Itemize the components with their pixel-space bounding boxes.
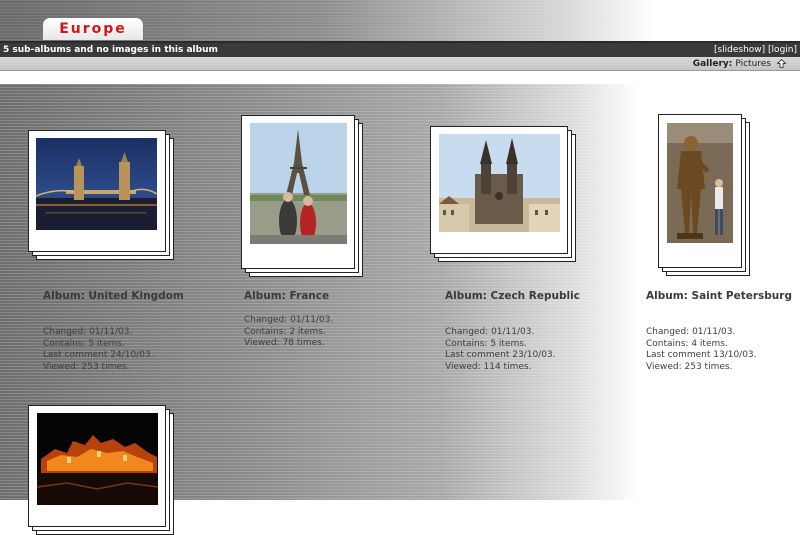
album-contains: Contains: 4 items. (646, 338, 728, 349)
header-links: [slideshow] [login] (714, 45, 797, 55)
album-last-comment: Last comment 13/10/03. (646, 350, 757, 360)
album-summary: 5 sub-albums and no images in this album (3, 45, 218, 55)
album-title-france[interactable]: Album: France (244, 290, 394, 303)
header-spacer (0, 72, 800, 84)
album-info-france: Changed: 01/11/03. Contains: 2 items. Vi… (244, 315, 414, 350)
album-info-saint-petersburg: Changed: 01/11/03. Contains: 4 items. La… (646, 327, 800, 373)
album-changed: Changed: 01/11/03. (43, 327, 133, 337)
album-changed: Changed: 01/11/03. (646, 327, 736, 337)
album-contains: Contains: 5 items. (43, 338, 125, 349)
breadcrumb-label: Gallery: (692, 58, 733, 69)
album-title-united-kingdom[interactable]: Album: United Kingdom (43, 290, 193, 303)
login-link[interactable]: [login] (768, 45, 797, 55)
up-arrow-icon[interactable] (777, 59, 786, 68)
album-viewed: Viewed: 253 times. (43, 361, 130, 372)
album-viewed: Viewed: 114 times. (445, 361, 532, 372)
album-thumbnail-frame (28, 405, 166, 527)
album-contains: Contains: 5 items. (445, 338, 527, 349)
info-bar: 5 sub-albums and no images in this album… (0, 43, 800, 57)
album-thumbnail-france[interactable] (250, 123, 347, 244)
album-thumbnail-united-kingdom[interactable] (36, 138, 157, 230)
album-contains: Contains: 2 items. (244, 326, 326, 337)
breadcrumb: Gallery: Pictures (0, 57, 800, 71)
album-thumbnail-frame (658, 114, 742, 268)
album-thumbnail-night-castle[interactable] (37, 413, 158, 505)
album-info-czech-republic: Changed: 01/11/03. Contains: 5 items. La… (445, 327, 615, 373)
album-thumbnail-czech-republic[interactable] (439, 134, 560, 232)
page-title: Europe (59, 21, 127, 37)
album-thumbnail-frame (430, 126, 568, 254)
album-viewed: Viewed: 253 times. (646, 361, 733, 372)
album-viewed: Viewed: 78 times. (244, 338, 325, 348)
album-title-tab: Europe (42, 17, 144, 40)
album-thumbnail-frame (28, 130, 166, 252)
album-grid: Album: United Kingdom Changed: 01/11/03.… (0, 84, 800, 535)
album-title-saint-petersburg[interactable]: Album: Saint Petersburg (646, 290, 796, 303)
album-changed: Changed: 01/11/03. (244, 315, 334, 325)
album-changed: Changed: 01/11/03. (445, 327, 535, 337)
breadcrumb-link-pictures[interactable]: Pictures (735, 59, 771, 69)
album-last-comment: Last comment 23/10/03. (445, 350, 556, 360)
album-title-czech-republic[interactable]: Album: Czech Republic (445, 290, 595, 303)
album-thumbnail-saint-petersburg[interactable] (667, 123, 733, 243)
album-last-comment: Last comment 24/10/03. (43, 350, 154, 360)
album-info-united-kingdom: Changed: 01/11/03. Contains: 5 items. La… (43, 327, 213, 373)
album-thumbnail-frame (241, 115, 355, 269)
slideshow-link[interactable]: [slideshow] (714, 45, 765, 55)
